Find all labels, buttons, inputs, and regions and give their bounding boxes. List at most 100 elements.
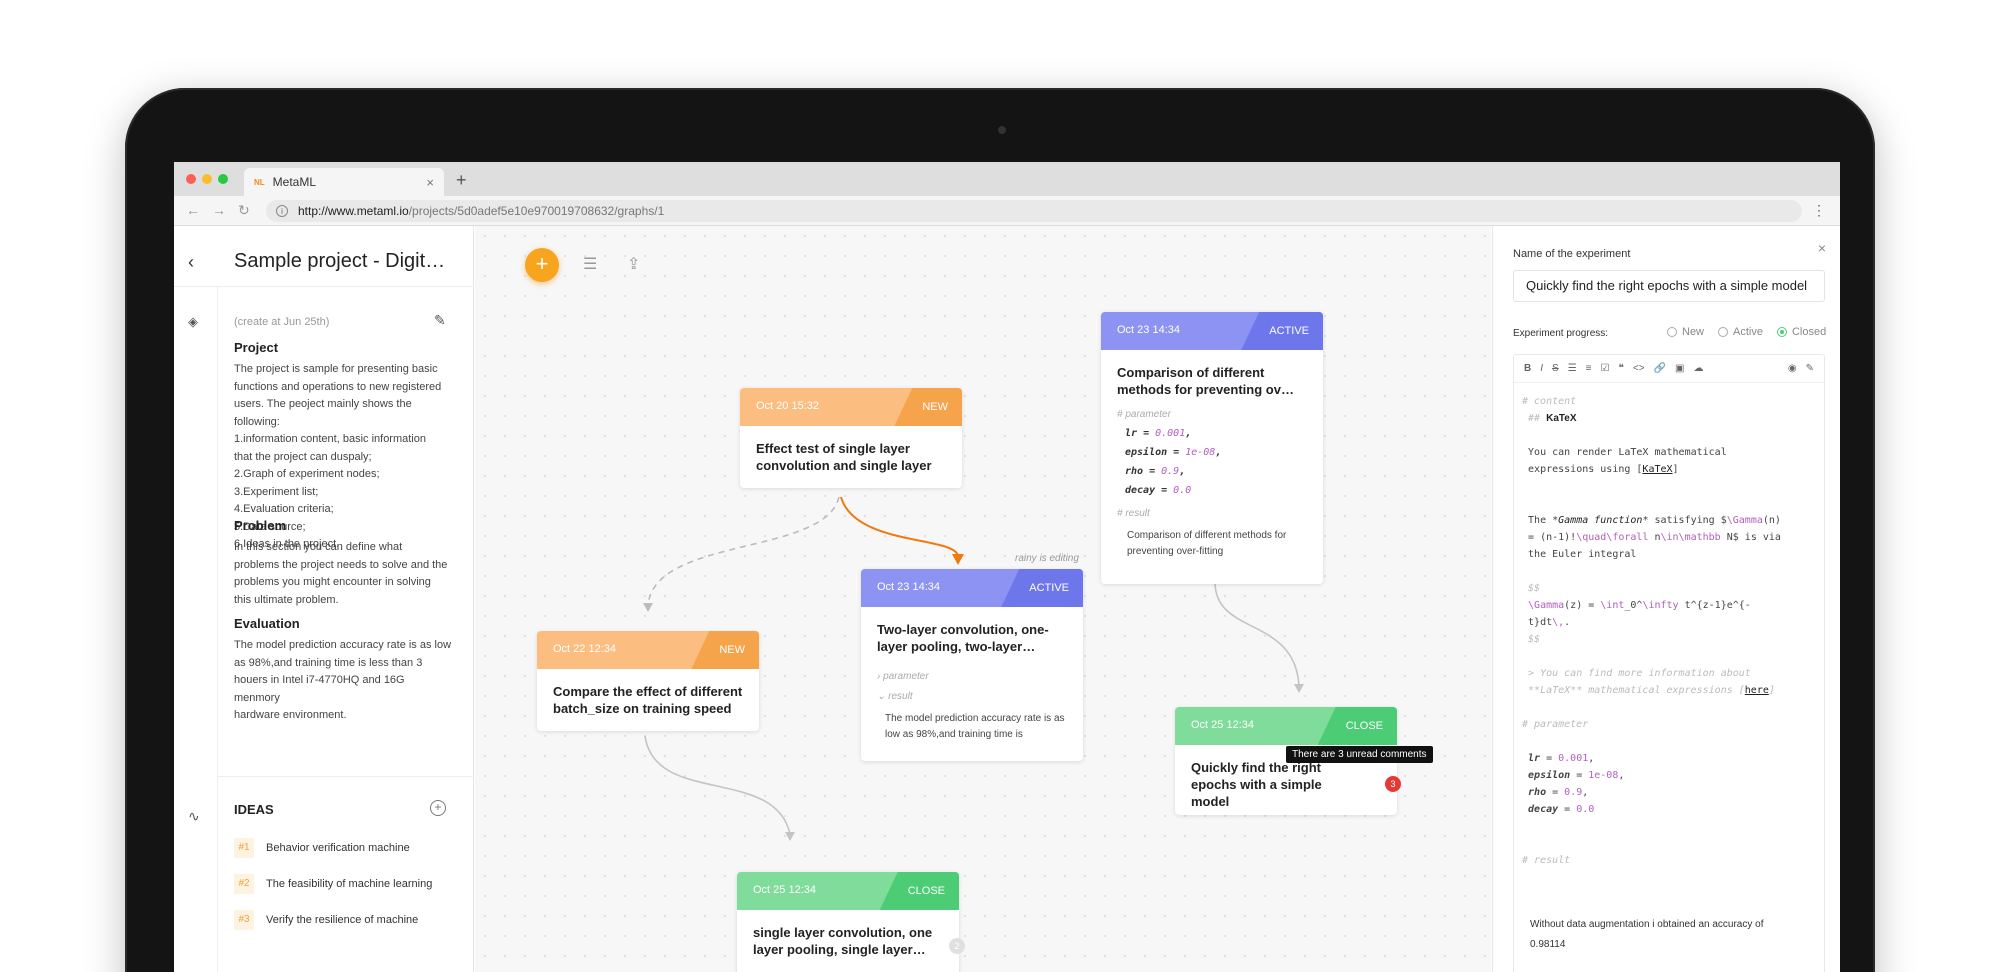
idea-number: #3 [234, 910, 254, 930]
progress-label: Experiment progress: [1513, 328, 1609, 339]
idea-label: Behavior verification machine [266, 842, 410, 854]
edge-dashed [647, 496, 840, 606]
experiment-name-input[interactable]: Quickly find the right epochs with a sim… [1513, 270, 1825, 302]
tab-bar: NL MetaML × + [174, 162, 1840, 196]
problem-section: Problem In this section you can define w… [234, 518, 452, 609]
tab-close-icon[interactable]: × [426, 175, 434, 190]
reload-icon[interactable]: ↻ [238, 202, 250, 219]
node-date: Oct 22 12:34 [553, 643, 616, 655]
layers-icon[interactable]: ◈ [188, 314, 198, 330]
result-line: Without data augmentation i obtained an … [1530, 919, 1764, 930]
maximize-window-button[interactable] [218, 174, 228, 184]
parameter-label: # parameter [1117, 409, 1171, 420]
radio-closed[interactable]: Closed [1776, 326, 1827, 338]
node-date: Oct 20 15:32 [756, 400, 819, 412]
divider [218, 776, 474, 777]
add-idea-button[interactable]: + [430, 800, 446, 816]
node-title: Effect test of single layer convolution … [756, 441, 932, 473]
result-text: Comparison of different methods for prev… [1127, 530, 1287, 557]
address-field[interactable]: i http://www.metaml.io /projects/5d0adef… [266, 200, 1802, 222]
info-icon[interactable]: i [276, 205, 288, 217]
arrowhead [1294, 684, 1304, 693]
node-header: Oct 22 12:34 NEW [537, 631, 759, 669]
camera [998, 126, 1006, 134]
window-controls [186, 174, 228, 184]
edge-active [840, 496, 959, 557]
browser-tab[interactable]: NL MetaML × [244, 168, 444, 196]
idea-number: #2 [234, 874, 254, 894]
code-icon[interactable]: <> [1633, 363, 1645, 374]
experiment-node[interactable]: Oct 23 14:34 ACTIVE Comparison of differ… [1101, 312, 1323, 584]
upload-icon[interactable]: ☁ [1693, 363, 1703, 374]
checklist-icon[interactable]: ☑ [1601, 363, 1610, 374]
node-header: Oct 20 15:32 NEW [740, 388, 962, 426]
new-tab-button[interactable]: + [456, 170, 467, 191]
comment-count-badge[interactable]: 3 [1385, 776, 1401, 792]
experiment-node[interactable]: Oct 22 12:34 NEW Compare the effect of d… [537, 631, 759, 731]
status-badge: ACTIVE [1001, 569, 1083, 607]
strikethrough-icon[interactable]: S [1552, 363, 1559, 374]
tab-title: MetaML [272, 175, 317, 189]
editor-toolbar: B I S ☰ ≡ ☑ ❝ <> 🔗 ▣ ☁ ◉ ✎ [1514, 355, 1824, 383]
pencil-icon[interactable]: ✎ [434, 312, 446, 329]
radio-circle [1776, 327, 1787, 337]
link-icon[interactable]: 🔗 [1654, 363, 1666, 374]
sidebar-rail [174, 286, 218, 972]
browser-menu-icon[interactable]: ⋮ [1812, 202, 1826, 219]
radio-label: New [1682, 326, 1705, 338]
bullet-list-icon[interactable]: ☰ [1568, 363, 1577, 374]
project-sidebar: ‹ Sample project - Digit… ◈ ∿ (create at… [174, 226, 474, 972]
section-body: In this section you can define what prob… [234, 541, 448, 606]
markdown-editor[interactable]: B I S ☰ ≡ ☑ ❝ <> 🔗 ▣ ☁ ◉ ✎ # content ## … [1513, 354, 1825, 972]
forward-arrow-icon[interactable]: → [212, 202, 226, 218]
param-row: epsilon = 1e-08, [1125, 447, 1222, 458]
graph-canvas[interactable]: + ☰ ⇪ Oct 20 15:32 NEW Effect test of si [475, 226, 1491, 972]
node-date: Oct 25 12:34 [1191, 719, 1254, 731]
close-panel-icon[interactable]: × [1818, 240, 1826, 256]
radio-circle [1667, 327, 1677, 337]
status-badge: ACTIVE [1241, 312, 1323, 350]
editing-indicator: rainy is editing [1015, 553, 1079, 564]
idea-number: #1 [234, 838, 254, 858]
idea-item[interactable]: #3 Verify the resilience of machine [234, 910, 418, 930]
section-heading: Problem [234, 518, 287, 533]
back-arrow-icon[interactable]: ← [186, 202, 200, 218]
experiment-node[interactable]: Oct 20 15:32 NEW Effect test of single l… [740, 388, 962, 488]
idea-item[interactable]: #2 The feasibility of machine learning [234, 874, 432, 894]
favicon-icon: NL [254, 177, 265, 187]
comment-count-badge[interactable]: 2 [949, 938, 965, 954]
node-title: Comparison of different methods for prev… [1117, 365, 1294, 397]
node-date: Oct 25 12:34 [753, 884, 816, 896]
pulse-icon[interactable]: ∿ [188, 808, 200, 825]
screen: NL MetaML × + ← → ↻ i http://www.metaml.… [174, 162, 1840, 972]
close-window-button[interactable] [186, 174, 196, 184]
quote-icon[interactable]: ❝ [1618, 363, 1623, 374]
idea-item[interactable]: #1 Behavior verification machine [234, 838, 410, 858]
edit-icon[interactable]: ✎ [1806, 363, 1814, 374]
status-badge: CLOSE [1317, 707, 1397, 745]
node-date: Oct 23 14:34 [1117, 324, 1180, 336]
result-value: 0.98114 [1530, 939, 1566, 950]
italic-icon[interactable]: I [1540, 363, 1543, 374]
idea-label: Verify the resilience of machine [266, 914, 419, 926]
node-header: Oct 23 14:34 ACTIVE [861, 569, 1083, 607]
node-header: Oct 23 14:34 ACTIVE [1101, 312, 1323, 350]
experiment-node[interactable]: Oct 23 14:34 ACTIVE Two-layer convolutio… [861, 569, 1083, 761]
bold-icon[interactable]: B [1524, 363, 1531, 374]
radio-active[interactable]: Active [1718, 326, 1763, 338]
parameter-toggle[interactable]: › parameter [861, 667, 1083, 687]
node-title: Two-layer convolution, one-layer pooling… [877, 622, 1049, 654]
param-row: rho = 0.9, [1125, 466, 1186, 477]
idea-label: The feasibility of machine learning [266, 878, 433, 890]
minimize-window-button[interactable] [202, 174, 212, 184]
radio-new[interactable]: New [1667, 326, 1704, 338]
image-icon[interactable]: ▣ [1675, 363, 1684, 374]
experiment-node[interactable]: Oct 25 12:34 CLOSE single layer convolut… [737, 872, 959, 972]
back-button[interactable]: ‹ [188, 252, 194, 273]
result-toggle[interactable]: ⌄ result [861, 687, 1083, 707]
radio-label: Active [1733, 326, 1763, 338]
radio-label: Closed [1791, 326, 1827, 338]
edge [1214, 581, 1300, 687]
preview-icon[interactable]: ◉ [1788, 363, 1797, 374]
numbered-list-icon[interactable]: ≡ [1586, 363, 1592, 374]
